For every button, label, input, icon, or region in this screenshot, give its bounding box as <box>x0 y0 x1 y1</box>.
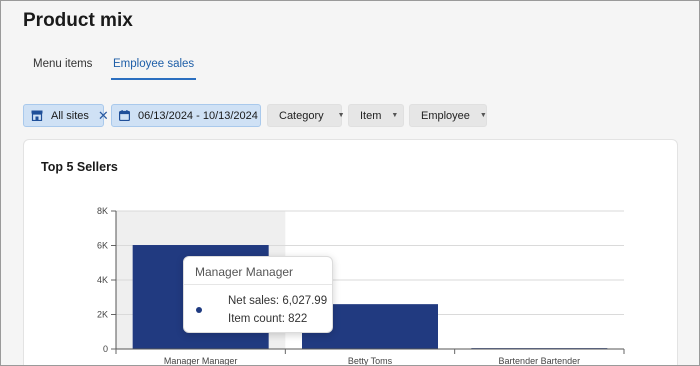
date-range-filter-chip[interactable]: 06/13/2024 - 10/13/2024 ✕ <box>111 104 278 127</box>
employee-dropdown[interactable]: Employee ▼ <box>409 104 487 127</box>
tooltip-title: Manager Manager <box>184 257 332 285</box>
tooltip-net-sales: Net sales: 6,027.99 <box>228 295 328 307</box>
item-dropdown[interactable]: Item ▼ <box>348 104 404 127</box>
tab-menu-items[interactable]: Menu items <box>33 58 92 78</box>
y-tick-label: 2K <box>97 310 108 320</box>
employee-label: Employee <box>421 109 470 122</box>
store-icon <box>31 110 43 121</box>
chevron-down-icon: ▼ <box>337 112 345 119</box>
tab-employee-sales[interactable]: Employee sales <box>111 58 197 80</box>
all-sites-filter-chip[interactable]: All sites ✕ <box>23 104 109 127</box>
top-sellers-card: Top 5 Sellers 0 2K 4K 6K 8K Manager Manager Be… <box>23 139 678 366</box>
x-tick-label: Bartender Bartender <box>499 356 581 366</box>
item-label: Item <box>360 109 382 122</box>
close-icon[interactable]: ✕ <box>98 109 109 122</box>
series-dot-icon <box>196 307 202 313</box>
y-tick-label: 6K <box>97 241 108 251</box>
y-tick-label: 4K <box>97 275 108 285</box>
y-tick-label: 8K <box>97 206 108 216</box>
tooltip-item-count: Item count: 822 <box>228 313 308 325</box>
page-title: Product mix <box>23 10 133 31</box>
all-sites-label: All sites <box>51 109 89 122</box>
x-tick-label: Manager Manager <box>164 356 238 366</box>
date-range-label: 06/13/2024 - 10/13/2024 <box>138 109 258 122</box>
category-label: Category <box>279 109 324 122</box>
bar-chart: 0 2K 4K 6K 8K Manager Manager Betty Toms Barten… <box>97 206 625 366</box>
y-tick-label: 0 <box>103 344 108 354</box>
chevron-down-icon: ▼ <box>391 112 399 119</box>
chevron-down-icon: ▼ <box>479 112 487 119</box>
calendar-icon <box>119 110 130 121</box>
chart-tooltip: Manager Manager Net sales: 6,027.99 Item… <box>183 256 333 333</box>
x-tick-label: Betty Toms <box>348 356 393 366</box>
category-dropdown[interactable]: Category ▼ <box>267 104 345 127</box>
